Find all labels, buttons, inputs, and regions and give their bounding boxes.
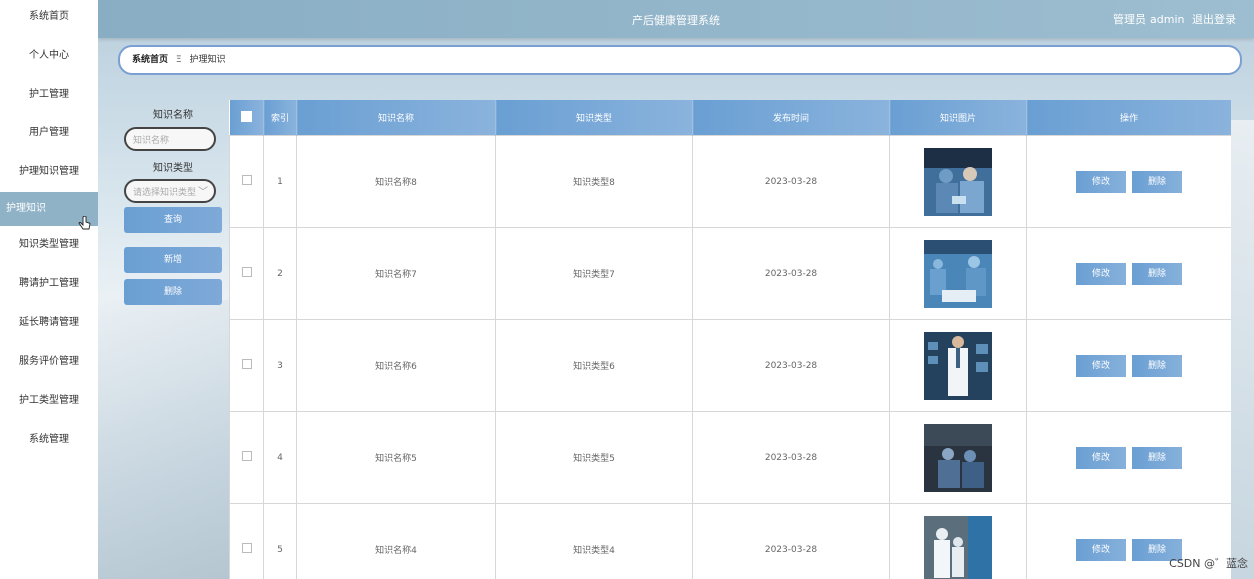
knowledge-image[interactable]	[924, 423, 992, 492]
user-role: 管理员	[1113, 13, 1147, 26]
knowledge-type-label: 知识类型	[153, 163, 193, 174]
column-header-actions: 操作	[1026, 100, 1231, 136]
row-actions: 修改 删除	[1026, 411, 1231, 504]
delete-button[interactable]: 删除	[1132, 446, 1182, 469]
knowledge-image[interactable]	[924, 239, 992, 308]
add-button[interactable]: 新增	[124, 247, 222, 273]
column-header-index: 索引	[263, 100, 297, 136]
system-title: 产后健康管理系统	[632, 14, 720, 27]
knowledge-type-select[interactable]: 请选择知识类型 ﹀	[124, 179, 216, 203]
row-type: 知识类型5	[495, 411, 693, 504]
row-name: 知识名称5	[296, 411, 496, 504]
row-date: 2023-03-28	[692, 227, 890, 320]
main-area: 产后健康管理系统 管理员 admin 退出登录 系统首页 Ξ 护理知识 知识名称 …	[98, 0, 1254, 579]
sidebar-item-nursing-knowledge-management[interactable]: 护理知识管理	[0, 162, 98, 182]
table-header-row: 索引 知识名称 知识类型 发布时间 知识图片 操作	[229, 100, 1231, 136]
knowledge-image[interactable]	[924, 515, 992, 579]
breadcrumb-home[interactable]: 系统首页	[132, 55, 168, 65]
sidebar-item-system-management[interactable]: 系统管理	[0, 430, 98, 450]
row-image-cell	[889, 411, 1027, 504]
row-image-cell	[889, 319, 1027, 412]
table-row: 4 知识名称5 知识类型5 2023-03-28 修改 删除	[229, 411, 1231, 504]
sidebar-item-knowledge-type-management[interactable]: 知识类型管理	[0, 235, 98, 255]
table-row: 5 知识名称4 知识类型4 2023-03-28 修改 删除	[229, 503, 1231, 579]
watermark: CSDN @゛蓝念	[1169, 557, 1248, 570]
row-index: 3	[263, 319, 297, 412]
sidebar-item-caregiver-type-management[interactable]: 护工类型管理	[0, 391, 98, 411]
row-name: 知识名称7	[296, 227, 496, 320]
row-index: 2	[263, 227, 297, 320]
table-row: 1 知识名称8 知识类型8 2023-03-28 修改 删除	[229, 135, 1231, 228]
row-actions: 修改 删除	[1026, 227, 1231, 320]
row-actions: 修改 删除	[1026, 135, 1231, 228]
column-header-name: 知识名称	[296, 100, 496, 136]
chevron-down-icon: ﹀	[198, 187, 208, 198]
user-info: 管理员 admin 退出登录	[1109, 11, 1236, 27]
logout-link[interactable]: 退出登录	[1192, 13, 1236, 26]
row-index: 4	[263, 411, 297, 504]
knowledge-type-placeholder: 请选择知识类型	[133, 188, 197, 198]
knowledge-table: 索引 知识名称 知识类型 发布时间 知识图片 操作 1 知识名称8 知识类型8 …	[229, 100, 1231, 579]
delete-button[interactable]: 删除	[1132, 170, 1182, 193]
top-bar: 产后健康管理系统 管理员 admin 退出登录	[98, 0, 1254, 38]
row-name: 知识名称8	[296, 135, 496, 228]
select-all-checkbox[interactable]	[240, 110, 252, 122]
edit-button[interactable]: 修改	[1076, 170, 1126, 193]
delete-button[interactable]: 删除	[1132, 262, 1182, 285]
hand-cursor-icon	[78, 216, 91, 230]
edit-button[interactable]: 修改	[1076, 262, 1126, 285]
row-checkbox[interactable]	[241, 175, 252, 185]
edit-button[interactable]: 修改	[1076, 538, 1126, 561]
row-date: 2023-03-28	[692, 411, 890, 504]
sidebar-item-caregiver-management[interactable]: 护工管理	[0, 85, 98, 105]
row-index: 5	[263, 503, 297, 579]
search-panel: 知识名称 知识名称 知识类型 请选择知识类型 ﹀ 查询 新增 删除	[124, 106, 222, 305]
row-date: 2023-03-28	[692, 503, 890, 579]
select-all-cell[interactable]	[229, 100, 264, 136]
row-date: 2023-03-28	[692, 135, 890, 228]
row-type: 知识类型7	[495, 227, 693, 320]
sidebar-item-personal-center[interactable]: 个人中心	[0, 46, 98, 66]
row-actions: 修改 删除	[1026, 319, 1231, 412]
column-header-image: 知识图片	[889, 100, 1027, 136]
knowledge-name-label: 知识名称	[153, 110, 193, 121]
table-row: 3 知识名称6 知识类型6 2023-03-28 修改 删除	[229, 319, 1231, 412]
breadcrumb-current: 护理知识	[189, 55, 226, 65]
row-image-cell	[889, 503, 1027, 579]
knowledge-name-input[interactable]: 知识名称	[124, 127, 216, 151]
row-name: 知识名称6	[296, 319, 496, 412]
edit-button[interactable]: 修改	[1076, 354, 1126, 377]
column-header-type: 知识类型	[495, 100, 693, 136]
row-checkbox[interactable]	[241, 543, 252, 553]
row-image-cell	[889, 135, 1027, 228]
row-type: 知识类型6	[495, 319, 693, 412]
knowledge-image[interactable]	[924, 147, 992, 216]
query-button[interactable]: 查询	[124, 207, 222, 233]
sidebar-item-service-review-management[interactable]: 服务评价管理	[0, 352, 98, 372]
row-type: 知识类型8	[495, 135, 693, 228]
row-checkbox[interactable]	[241, 267, 252, 277]
username: admin	[1150, 13, 1185, 26]
edit-button[interactable]: 修改	[1076, 446, 1126, 469]
row-name: 知识名称4	[296, 503, 496, 579]
row-index: 1	[263, 135, 297, 228]
delete-button[interactable]: 删除	[1132, 354, 1182, 377]
breadcrumb-separator: Ξ	[175, 55, 182, 65]
sidebar-item-hire-caregiver-management[interactable]: 聘请护工管理	[0, 274, 98, 294]
row-date: 2023-03-28	[692, 319, 890, 412]
breadcrumb: 系统首页 Ξ 护理知识	[118, 45, 1242, 75]
sidebar: 系统首页 个人中心 护工管理 用户管理 护理知识管理 护理知识 知识类型管理 聘…	[0, 0, 99, 579]
row-checkbox[interactable]	[241, 359, 252, 369]
sidebar-item-home[interactable]: 系统首页	[0, 7, 98, 27]
row-checkbox[interactable]	[241, 451, 252, 461]
column-header-date: 发布时间	[692, 100, 890, 136]
knowledge-image[interactable]	[924, 331, 992, 400]
sidebar-item-user-management[interactable]: 用户管理	[0, 123, 98, 143]
row-type: 知识类型4	[495, 503, 693, 579]
row-image-cell	[889, 227, 1027, 320]
table-row: 2 知识名称7 知识类型7 2023-03-28 修改 删除	[229, 227, 1231, 320]
bulk-delete-button[interactable]: 删除	[124, 279, 222, 305]
sidebar-item-extend-hire-management[interactable]: 延长聘请管理	[0, 313, 98, 333]
